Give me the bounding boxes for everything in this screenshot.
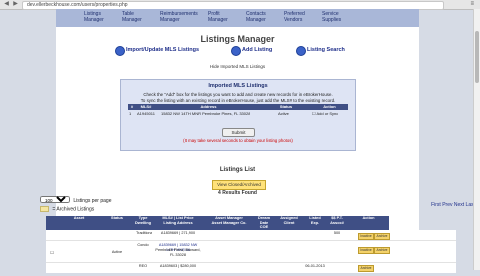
mls-row-num: 1 — [129, 111, 132, 116]
imported-mls-panel: Imported MLS Listings Check the "Add" bo… — [120, 79, 356, 151]
header-dream-date: Dream Date COE — [254, 216, 274, 230]
nav-listings-manager[interactable]: Listings Manager — [84, 11, 104, 23]
table-row: Traditional A1839669 | 271,900 500 — [46, 230, 456, 240]
nav-preferred-vendors[interactable]: Preferred Vendors — [284, 11, 305, 23]
inactive-button[interactable]: Inactive — [358, 233, 374, 240]
header-status: Status — [100, 216, 134, 230]
mls-row-address: 15832 NW 14TH MNR Pembroke Pines, FL 330… — [161, 111, 251, 116]
mls-row-action-label: Add or Sync — [316, 111, 339, 116]
table-row: ☐ Active Condo A1839669 | 15832 NW 14TH … — [46, 240, 456, 263]
header-type: Type Dwelling — [134, 216, 152, 230]
pager-first[interactable]: First — [431, 202, 441, 208]
menu-icon[interactable]: ≡ — [470, 1, 474, 8]
mls-header-status: Status — [261, 104, 311, 110]
header-select — [46, 216, 58, 230]
nav-service-supplies[interactable]: Service Supplies — [322, 11, 341, 23]
archived-legend-label: = Archived Listings — [52, 206, 95, 213]
address-bar-text: dev.ellerbeckhouse.com/users/properties.… — [27, 2, 128, 8]
header-asset: Asset — [58, 216, 100, 230]
search-icon — [296, 46, 306, 56]
pager-next[interactable]: Next — [454, 202, 464, 208]
header-client: Assigned Client — [274, 216, 304, 230]
scrollbar-thumb[interactable] — [475, 31, 479, 83]
mls-header-action: Action — [311, 104, 348, 110]
archived-legend: = Archived Listings — [40, 206, 94, 212]
header-manager: Asset Manager Asset Manager Co. — [204, 216, 254, 230]
add-icon — [231, 46, 241, 56]
header-action: Action — [348, 216, 389, 230]
photo-warning: (It may take several seconds to obtain y… — [183, 138, 293, 143]
import-icon — [115, 46, 125, 56]
listing-search-link[interactable]: Listing Search — [307, 47, 345, 53]
row-mls: A1839669 | 271,900 — [160, 231, 196, 235]
imported-mls-instructions-2: To sync the listing with an existing rec… — [140, 98, 336, 103]
per-page-label: Listings per page — [73, 198, 112, 204]
add-listing-link[interactable]: Add Listing — [242, 47, 272, 53]
mls-row-mls: A1945011 — [137, 111, 155, 116]
forward-icon[interactable]: ▶ — [12, 1, 19, 8]
header-listed: Listed Exp. — [304, 216, 326, 230]
hide-imported-text: Hide Imported MLS Listings — [209, 64, 266, 69]
nav-table-manager[interactable]: Table Manager — [122, 11, 142, 23]
page-title: Listings Manager — [200, 34, 275, 44]
back-icon[interactable]: ◀ — [3, 1, 10, 8]
mls-header-num: # — [128, 104, 136, 110]
row-type: REO — [138, 264, 148, 268]
import-update-link[interactable]: Import/Update MLS Listings — [126, 47, 199, 53]
header-mls: MLS# | List Price Listing Address — [152, 216, 204, 230]
inactive-button[interactable]: Inactive — [358, 247, 374, 254]
archived-swatch — [40, 206, 49, 212]
archive-button[interactable]: Archive — [374, 233, 390, 240]
submit-button[interactable]: Submit — [222, 128, 255, 137]
hide-imported-link[interactable]: Hide Imported MLS Listings — [56, 64, 419, 69]
imported-mls-title: Imported MLS Listings — [208, 83, 268, 89]
view-closed-archived-button[interactable]: View Closed/Archived — [212, 180, 266, 190]
nav-profit-manager[interactable]: Profit Manager — [208, 11, 228, 23]
mls-table: # MLS# Address Status Action 1 A1945011 … — [128, 104, 348, 118]
row-status: Active — [111, 250, 123, 254]
mls-row-status: Active — [278, 111, 289, 116]
listings-list-title: Listings List — [219, 167, 256, 173]
row-mls: A1839603 | $280,000 — [159, 264, 197, 268]
row-type: Traditional — [136, 231, 152, 235]
row-type: Condo — [137, 243, 149, 247]
nav-reimbursements-manager[interactable]: Reimbursements Manager — [160, 11, 198, 23]
row-address: Pembroke Pines, Broward, FL 33028 — [155, 248, 201, 257]
row-listed: 06-01-2013 — [305, 264, 325, 268]
row-checkbox[interactable]: ☐ — [48, 251, 56, 256]
pagination: First Prev Next Last — [431, 202, 475, 208]
listings-table: Asset Status Type Dwelling MLS# | List P… — [46, 216, 456, 276]
top-navigation: Listings Manager Table Manager Reimburse… — [56, 9, 419, 27]
archive-button[interactable]: Archive — [358, 265, 374, 272]
mls-row-action[interactable]: ☐ Add or Sync — [312, 111, 338, 117]
mls-header-address: Address — [156, 104, 261, 110]
imported-mls-instructions-1: Check the "Add" box for the listings you… — [143, 92, 333, 97]
per-page-control: 100 Listings per page — [40, 196, 111, 204]
page-body: Listings Manager Table Manager Reimburse… — [40, 9, 475, 273]
per-page-select[interactable]: 100 — [40, 196, 70, 203]
row-pt: 500 — [333, 231, 341, 235]
mls-header-mls: MLS# — [136, 104, 156, 110]
table-row: REO A1839603 | $280,000 06-01-2013 — [46, 262, 456, 273]
header-pt: $$ P.T. Assoc# — [326, 216, 348, 230]
pager-prev[interactable]: Prev — [442, 202, 452, 208]
nav-contacts-manager[interactable]: Contacts Manager — [246, 11, 266, 23]
vertical-scrollbar[interactable] — [473, 9, 480, 270]
archive-button[interactable]: Archive — [374, 247, 390, 254]
